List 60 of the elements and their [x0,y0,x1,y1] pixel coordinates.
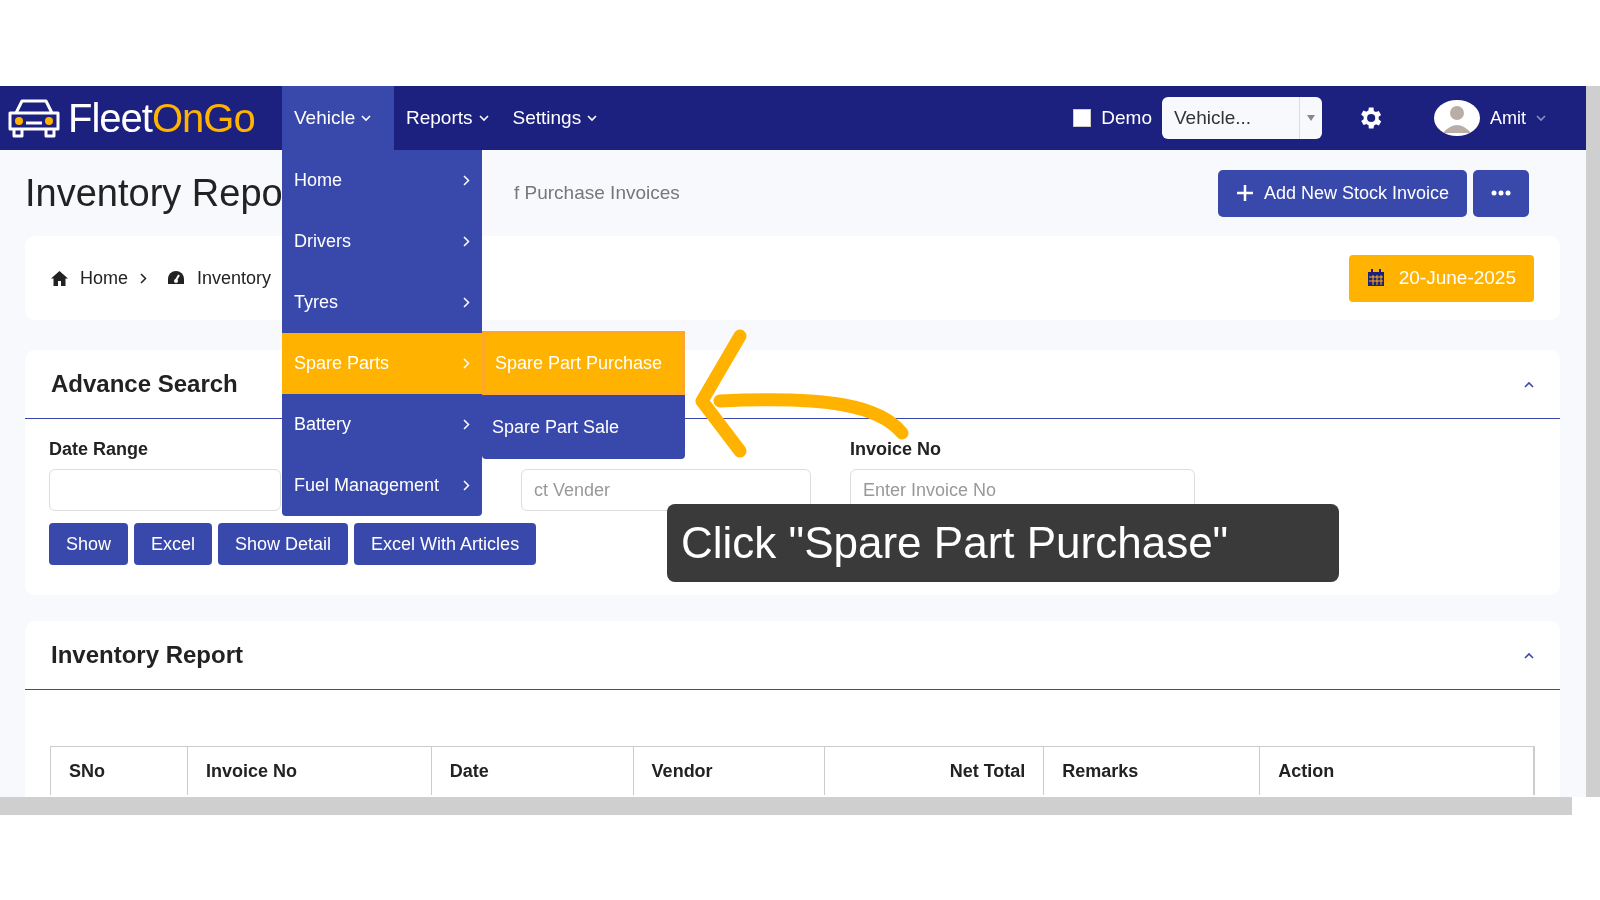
column-header: Net Total [825,747,1045,795]
add-stock-invoice-button[interactable]: Add New Stock Invoice [1217,169,1467,217]
home-icon [51,270,68,286]
breadcrumb-current: Inventory [197,267,272,289]
column-header: SNo [51,747,188,795]
chevron-right-icon [463,236,470,247]
calendar-icon [1366,269,1385,287]
avatar-icon[interactable] [1434,100,1480,136]
action-button[interactable]: Show [49,523,129,565]
input-field[interactable] [49,469,281,511]
chevron-right-icon [140,272,147,284]
caret-icon [1536,114,1546,122]
menu-item[interactable]: Home [282,150,482,211]
breadcrumb-link[interactable]: Home [80,267,128,289]
chevron-right-icon [463,419,470,430]
tutorial-tooltip: Click "Spare Part Purchase" [667,504,1339,582]
action-button[interactable]: Show Detail [218,523,349,565]
field-label: Invoice No [850,439,942,459]
more-icon [1491,190,1511,196]
page-title: Inventory Repo [25,171,282,215]
nav-menu[interactable]: Reports [394,86,501,150]
action-button[interactable]: Excel With Articles [354,523,537,565]
menu-item[interactable]: Spare Part Sale [482,395,685,459]
caret-icon [587,114,598,122]
caret-icon [361,114,372,122]
column-header: Action [1260,747,1534,795]
card-title: Inventory Report [51,641,244,669]
gauge-icon [167,270,185,286]
menu-item[interactable]: Tyres [282,272,482,333]
input-field[interactable]: ct Vender [521,469,811,511]
column-header: Invoice No [187,747,432,795]
chevron-right-icon [463,175,470,186]
collapse-icon[interactable] [1524,651,1534,659]
nav-menu[interactable]: Settings [500,86,610,150]
dropdown-arrow-icon [1307,115,1315,121]
page-subtitle: f Purchase Invoices [514,182,680,204]
checkbox-label: Demo [1101,107,1152,129]
vertical-scrollbar[interactable] [1586,86,1600,797]
more-button[interactable] [1473,169,1529,217]
field-label: Date Range [49,439,149,459]
card-title: Advance Search [51,370,238,398]
caret-icon [478,114,489,122]
chevron-right-icon [463,358,470,369]
checkbox[interactable] [1073,109,1092,127]
column-header: Vendor [633,747,826,795]
menu-item[interactable]: Battery [282,394,482,455]
column-header: Date [431,747,634,795]
column-header: Remarks [1044,747,1261,795]
chevron-right-icon [463,297,470,308]
menu-item[interactable]: Fuel Management [282,455,482,516]
collapse-icon[interactable] [1524,380,1534,388]
horizontal-scrollbar[interactable] [0,797,1572,815]
logo-text: FleetOnGo [68,95,255,141]
user-name[interactable]: Amit [1490,107,1526,129]
vehicle-select[interactable]: Vehicle... [1162,97,1322,139]
menu-item[interactable]: Drivers [282,211,482,272]
chevron-right-icon [463,480,470,491]
plus-icon [1235,184,1254,202]
nav-menu[interactable]: Vehicle [282,86,394,150]
action-button[interactable]: Excel [134,523,213,565]
